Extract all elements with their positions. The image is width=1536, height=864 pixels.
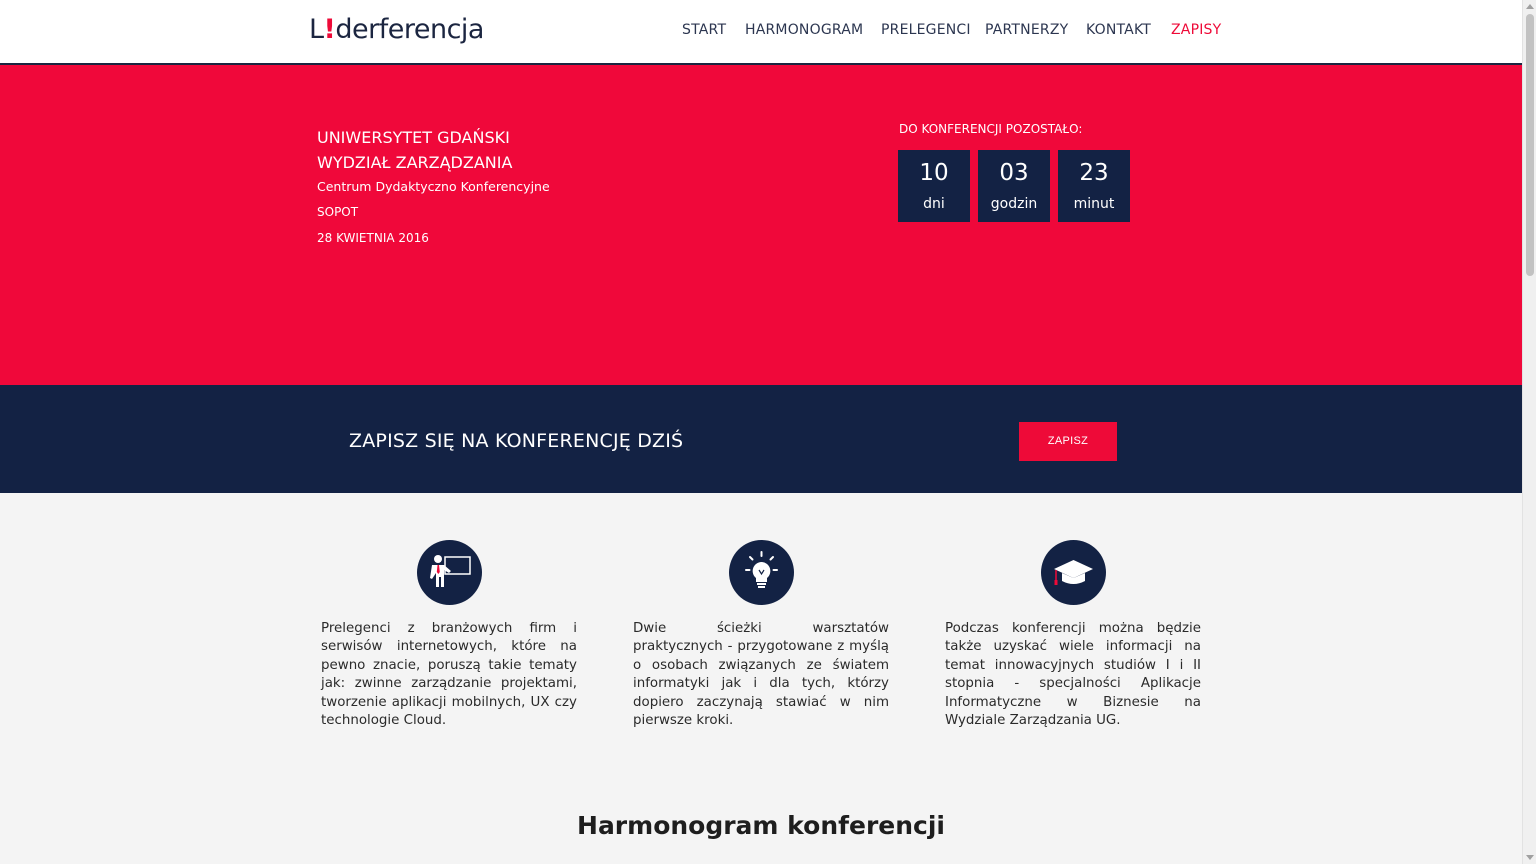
countdown-minutes-value: 23: [1079, 160, 1109, 186]
nav-item-kontakt[interactable]: KONTAKT: [1086, 22, 1151, 38]
event-date: 28 KWIETNIA 2016: [317, 231, 429, 245]
page-scrollbar[interactable]: [1522, 0, 1536, 864]
countdown-minutes: 23 minut: [1058, 150, 1130, 222]
hero-section: UNIWERSYTET GDAŃSKI WYDZIAŁ ZARZĄDZANIA …: [0, 65, 1522, 385]
site-logo[interactable]: L!derferencja: [309, 14, 484, 45]
nav-item-prelegenci[interactable]: PRELEGENCI: [881, 22, 971, 38]
scroll-down-icon[interactable]: [1526, 855, 1534, 860]
feature-studies-text: Podczas konferencji można będzie także u…: [945, 621, 1201, 729]
presenter-icon: [417, 540, 482, 605]
countdown-minutes-unit: minut: [1073, 196, 1115, 212]
graduation-cap-icon: [1041, 540, 1106, 605]
countdown-days-value: 10: [919, 160, 949, 186]
scroll-up-icon[interactable]: [1526, 4, 1534, 9]
feature-speakers-text: Prelegenci z branżowych firm i serwisów …: [321, 621, 577, 729]
nav-item-zapisy[interactable]: ZAPISY: [1171, 22, 1221, 38]
signup-button[interactable]: ZAPISZ: [1019, 422, 1117, 461]
countdown-hours-unit: godzin: [990, 196, 1038, 212]
features-section: Prelegenci z branżowych firm i serwisów …: [0, 493, 1522, 864]
countdown-days: 10 dni: [898, 150, 970, 222]
feature-workshops-text: Dwie ścieżki warsztatów praktycznych - p…: [633, 621, 889, 729]
venue-info: UNIWERSYTET GDAŃSKI WYDZIAŁ ZARZĄDZANIA …: [317, 125, 550, 245]
countdown-hours: 03 godzin: [978, 150, 1050, 222]
venue-center: Centrum Dydaktyczno Konferencyjne: [317, 179, 550, 194]
countdown-days-unit: dni: [923, 196, 945, 212]
faculty-name: WYDZIAŁ ZARZĄDZANIA: [317, 153, 513, 172]
nav-item-harmonogram[interactable]: HARMONOGRAM: [745, 22, 863, 38]
lightbulb-icon: [729, 540, 794, 605]
site-header: L!derferencja START HARMONOGRAM PRELEGEN…: [0, 0, 1522, 65]
countdown-label: DO KONFERENCJI POZOSTAŁO:: [899, 122, 1083, 136]
university-name: UNIWERSYTET GDAŃSKI: [317, 128, 510, 147]
scrollbar-thumb[interactable]: [1526, 14, 1534, 276]
schedule-title: Harmonogram konferencji: [577, 811, 945, 840]
signup-band: ZAPISZ SIĘ NA KONFERENCJĘ DZIŚ ZAPISZ: [0, 385, 1522, 493]
signup-title: ZAPISZ SIĘ NA KONFERENCJĘ DZIŚ: [349, 430, 684, 452]
nav-item-partnerzy[interactable]: PARTNERZY: [985, 22, 1068, 38]
page: L!derferencja START HARMONOGRAM PRELEGEN…: [0, 0, 1522, 864]
nav-item-start[interactable]: START: [682, 22, 726, 38]
venue-city: SOPOT: [317, 205, 359, 219]
countdown-hours-value: 03: [999, 160, 1029, 186]
